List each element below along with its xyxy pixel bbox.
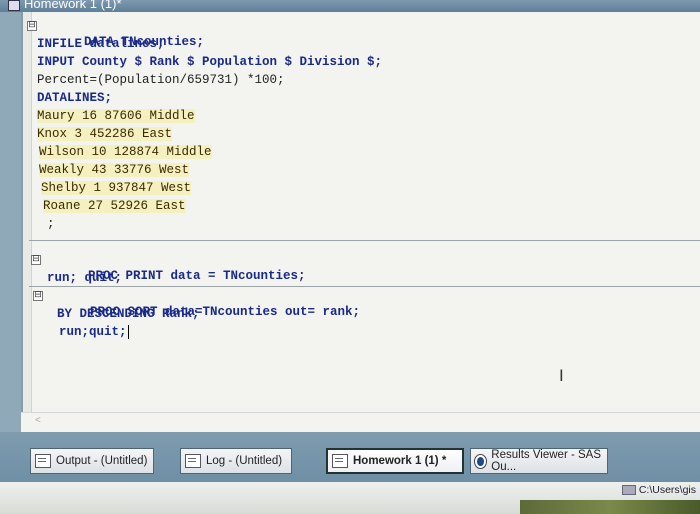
- tab-results-viewer[interactable]: Results Viewer - SAS Ou...: [470, 448, 608, 474]
- program-editor[interactable]: ⊟ DATA TNcounties; INFILE datalines; INPU…: [21, 12, 700, 432]
- fold-toggle-icon[interactable]: ⊟: [33, 291, 43, 301]
- results-viewer-icon: [475, 454, 487, 468]
- data-line[interactable]: Wilson 10 128874 Middle: [39, 144, 212, 160]
- tab-output-label: Output - (Untitled): [56, 455, 148, 467]
- mouse-ibeam-cursor-icon: I: [559, 366, 564, 385]
- output-window-icon: [35, 454, 51, 468]
- code-line[interactable]: BY DESCENDING Rank;: [57, 306, 200, 322]
- current-directory[interactable]: C:\Users\gis: [621, 484, 696, 496]
- code-line[interactable]: Percent=(Population/659731) *100;: [37, 72, 285, 88]
- window-title-bar: Homework 1 (1)*: [0, 0, 700, 12]
- code-line[interactable]: INPUT County $ Rank $ Population $ Divis…: [37, 54, 382, 70]
- fold-toggle-icon[interactable]: ⊟: [27, 21, 37, 31]
- code-line[interactable]: run;quit;: [59, 324, 129, 340]
- tab-output[interactable]: Output - (Untitled): [30, 448, 154, 474]
- data-line[interactable]: Knox 3 452286 East: [37, 126, 173, 142]
- tab-homework-label: Homework 1 (1) *: [353, 455, 447, 467]
- program-editor-icon: [332, 454, 348, 468]
- tab-homework[interactable]: Homework 1 (1) *: [326, 448, 464, 474]
- current-directory-label: C:\Users\gis: [638, 484, 696, 496]
- tab-log[interactable]: Log - (Untitled): [180, 448, 292, 474]
- code-line[interactable]: INFILE datalines;: [37, 36, 165, 52]
- tab-results-label: Results Viewer - SAS Ou...: [491, 449, 602, 473]
- data-line[interactable]: Weakly 43 33776 West: [39, 162, 190, 178]
- tab-log-label: Log - (Untitled): [206, 455, 283, 467]
- step-separator: [29, 286, 700, 287]
- window-title: Homework 1 (1)*: [24, 0, 122, 11]
- log-window-icon: [185, 454, 201, 468]
- code-line[interactable]: ;: [47, 216, 55, 232]
- data-line[interactable]: Roane 27 52926 East: [43, 198, 186, 214]
- scroll-left-icon[interactable]: <: [35, 415, 41, 426]
- drive-icon: [621, 485, 636, 495]
- data-line[interactable]: Shelby 1 937847 West: [41, 180, 192, 196]
- code-line[interactable]: DATALINES;: [37, 90, 112, 106]
- background-photo-edge: [520, 500, 700, 514]
- data-line[interactable]: Maury 16 87606 Middle: [37, 108, 195, 124]
- editor-gutter: [23, 12, 32, 432]
- text-caret: [127, 324, 129, 339]
- window-icon: [8, 0, 20, 11]
- code-line[interactable]: run; quit;: [47, 270, 122, 286]
- step-separator: [29, 240, 700, 241]
- fold-toggle-icon[interactable]: ⊟: [31, 255, 41, 265]
- horizontal-scrollbar[interactable]: <: [21, 412, 700, 433]
